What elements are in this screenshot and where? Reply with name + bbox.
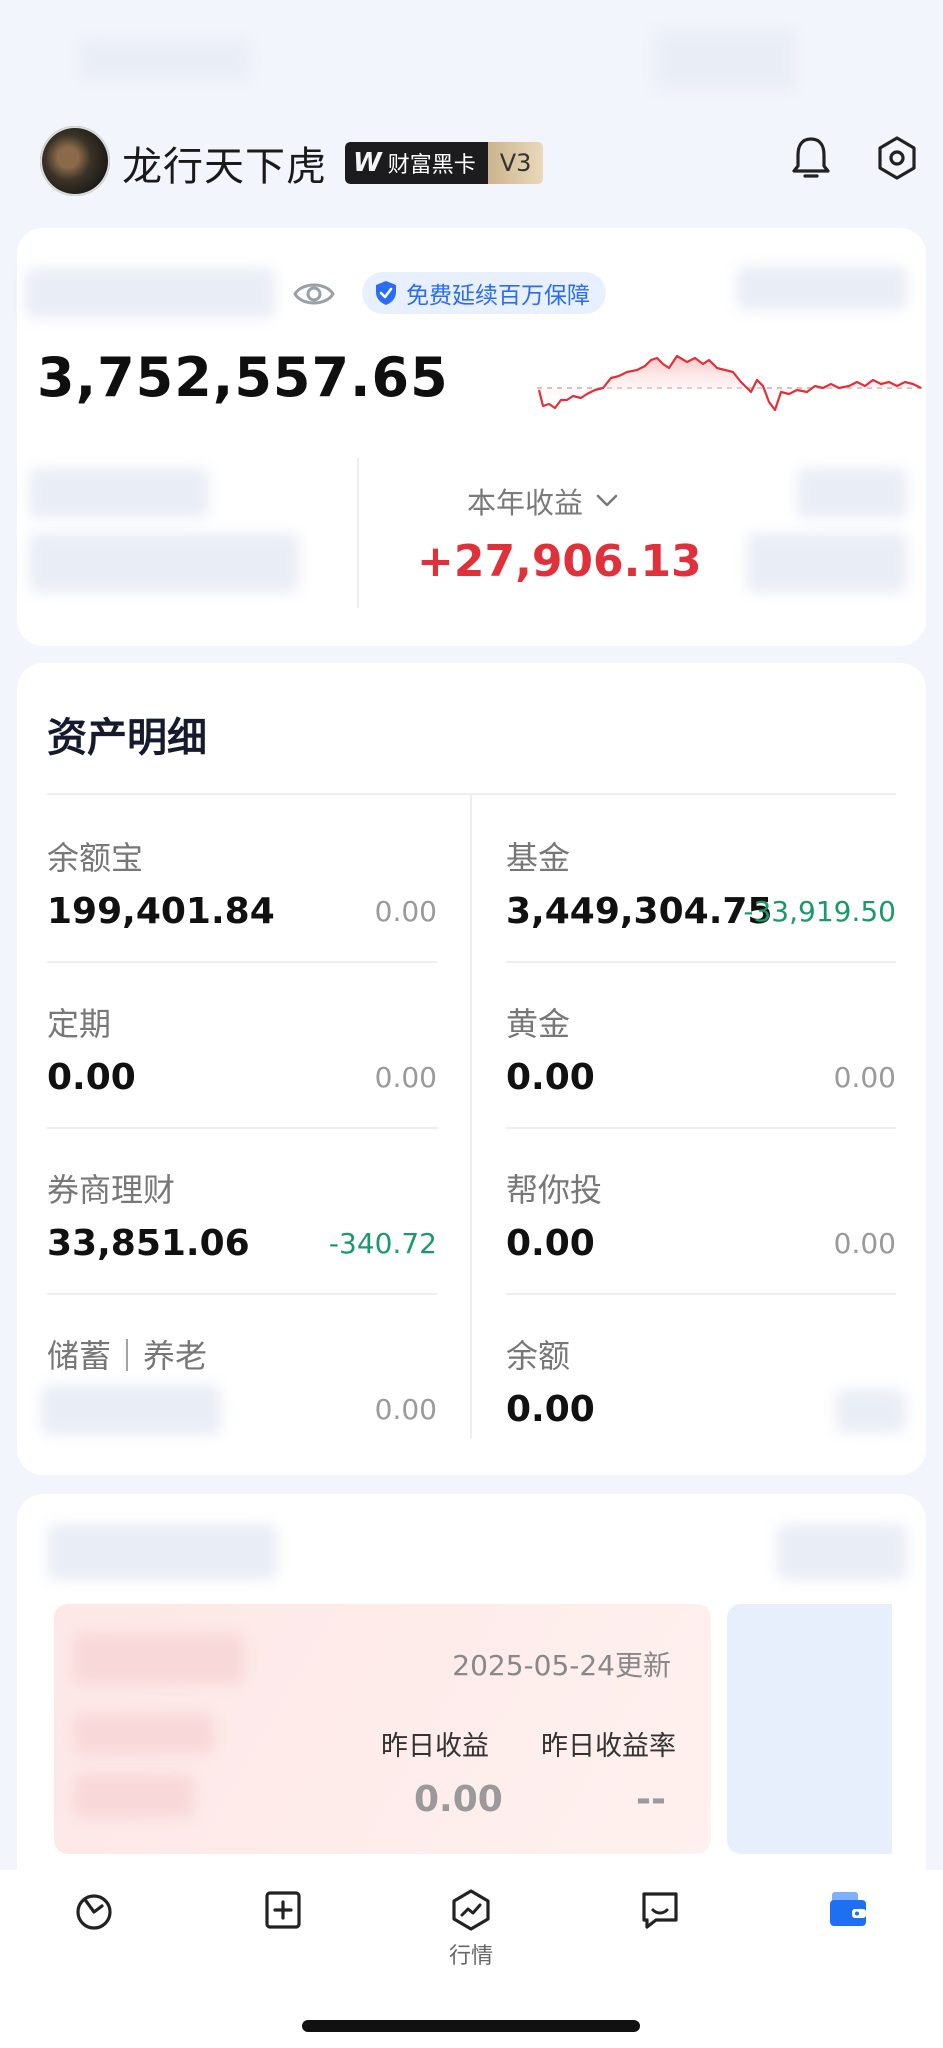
asset-item-balance[interactable]: 余额 0.00 [506,1293,906,1459]
asset-value: 199,401.84 [47,891,275,932]
shield-check-icon [376,281,396,305]
wallet-icon [830,1892,866,1926]
wealth-logo-icon: W [353,148,382,178]
bell-icon [792,137,830,178]
asset-label: 帮你投 [506,1171,603,1209]
tab-market[interactable]: 行情 [416,1888,526,1978]
total-assets-label-blurred [25,268,275,318]
vip-level: V3 [487,142,544,184]
asset-change: 0.00 [374,1061,437,1094]
asset-item-fund[interactable]: 基金 3,449,304.75 -33,919.50 [506,795,896,961]
earnings-card: 2025-05-24更新 昨日收益 昨日收益率 0.00 -- [17,1494,926,1914]
asset-label: 券商理财 [47,1171,176,1209]
asset-label: 储蓄｜养老 [47,1337,208,1375]
asset-item-broker-wealth[interactable]: 券商理财 33,851.06 -340.72 [47,1127,437,1293]
asset-change-blurred [836,1389,906,1433]
asset-label: 定期 [47,1005,112,1043]
earnings-amount-blurred [74,1774,194,1818]
year-income-value: +27,906.13 [417,536,702,587]
right-column-value-blurred [747,533,907,593]
header-right-blurred [737,266,907,310]
plus-square-icon [265,1891,301,1929]
asset-label: 基金 [506,839,571,877]
vip-badge-label: 财富黑卡 [387,153,476,178]
yesterday-income-value: 0.00 [414,1779,503,1820]
summary-divider [357,458,359,608]
asset-change: 0.00 [833,1227,896,1260]
notification-button[interactable] [785,132,837,184]
vip-badge-name: W 财富黑卡 [345,142,488,184]
asset-value: 0.00 [47,1057,136,1098]
status-bar-left [80,40,250,80]
asset-item-help-invest[interactable]: 帮你投 0.00 0.00 [506,1127,896,1293]
asset-value-blurred [41,1385,221,1435]
avatar[interactable] [40,126,110,196]
settings-button[interactable] [871,132,923,184]
username: 龙行天下虎 [122,144,327,190]
eye-icon [293,283,335,305]
asset-change: -340.72 [328,1227,437,1260]
asset-change: 0.00 [833,1061,896,1094]
earnings-sub-blurred [74,1714,214,1754]
asset-change: 0.00 [374,895,437,928]
tab-add[interactable] [228,1888,338,1978]
gear-icon [878,136,916,180]
asset-label: 余额宝 [47,839,144,877]
asset-value: 33,851.06 [47,1223,250,1264]
column-divider [470,793,472,1438]
yesterday-rate-label: 昨日收益率 [541,1731,676,1762]
yesterday-income-label-blurred [29,468,209,518]
home-indicator [302,2020,640,2032]
asset-item-yuebao[interactable]: 余额宝 199,401.84 0.00 [47,795,437,961]
asset-detail-title: 资产明细 [47,715,207,761]
asset-trend-sparkline [537,354,927,412]
vip-badge[interactable]: W 财富黑卡 V3 [345,142,544,184]
asset-detail-card: 资产明细 余额宝 199,401.84 0.00 基金 3,449,304.75… [17,663,926,1475]
year-income-selector[interactable]: 本年收益 [467,480,619,522]
asset-value: 0.00 [506,1389,595,1430]
total-assets-card[interactable]: 免费延续百万保障 3,752,557.65 本年收益 +27,906.13 [17,228,927,646]
yesterday-income-label: 昨日收益 [381,1731,489,1762]
tab-wallet[interactable] [793,1888,903,1978]
yesterday-income-value-blurred [29,533,299,593]
asset-label: 黄金 [506,1005,571,1043]
asset-value: 0.00 [506,1223,595,1264]
earnings-summary-box[interactable]: 2025-05-24更新 昨日收益 昨日收益率 0.00 -- [54,1604,711,1854]
earnings-title-blurred [47,1524,277,1580]
asset-change: 0.00 [374,1393,437,1426]
protection-label: 免费延续百万保障 [406,283,590,309]
asset-label: 余额 [506,1337,571,1375]
clock-icon [76,1894,112,1930]
asset-value: 0.00 [506,1057,595,1098]
earnings-more-blurred [777,1524,907,1580]
chevron-down-icon [596,494,618,507]
asset-change: -33,919.50 [743,895,896,928]
asset-item-fixed-term[interactable]: 定期 0.00 0.00 [47,961,437,1127]
protection-badge[interactable]: 免费延续百万保障 [362,272,606,314]
message-icon [642,1892,678,1929]
tab-market-label: 行情 [448,1944,493,1969]
toggle-visibility-button[interactable] [292,276,336,316]
tab-messages[interactable] [605,1888,715,1978]
total-assets-value: 3,752,557.65 [37,346,449,409]
earnings-name-blurred [74,1634,244,1684]
year-income-label: 本年收益 [467,486,584,520]
status-bar-right [655,30,795,90]
right-column-label-blurred [797,468,907,518]
header: 龙行天下虎 W 财富黑卡 V3 [0,110,943,220]
market-trend-icon [452,1889,490,1931]
asset-item-gold[interactable]: 黄金 0.00 0.00 [506,961,896,1127]
yesterday-rate-value: -- [636,1779,666,1820]
next-summary-box[interactable] [727,1604,892,1854]
asset-item-savings-pension[interactable]: 储蓄｜养老 0.00 [41,1293,437,1459]
tab-wealth[interactable] [39,1888,149,1978]
asset-value: 3,449,304.75 [506,891,773,932]
update-time: 2025-05-24更新 [452,1649,671,1682]
